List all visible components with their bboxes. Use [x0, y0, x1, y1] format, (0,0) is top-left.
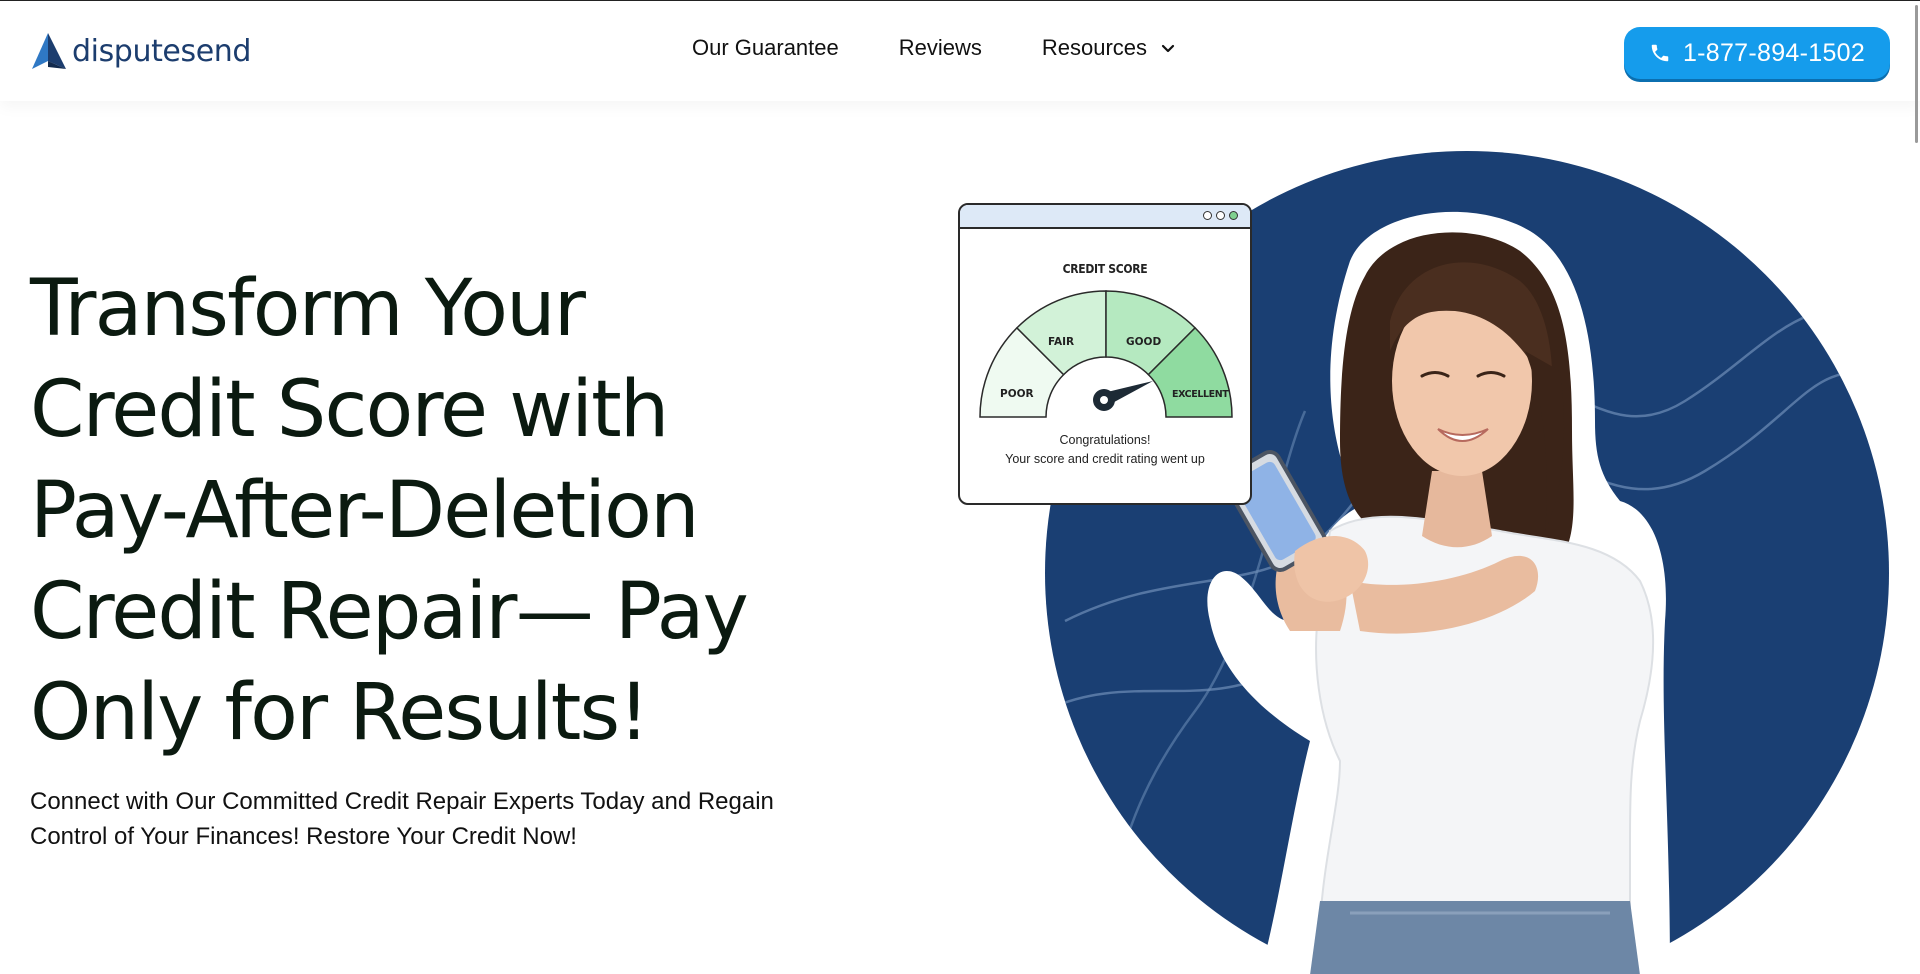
- hero-subtitle-line: Control of Your Finances! Restore Your C…: [30, 823, 577, 850]
- brand-name: disputesend: [72, 33, 252, 69]
- chevron-down-icon: [1161, 44, 1175, 52]
- gauge-label-fair: FAIR: [1048, 336, 1074, 348]
- credit-score-gauge: POOR FAIR GOOD EXCELLENT: [979, 290, 1233, 418]
- window-dot-icon: [1203, 211, 1212, 220]
- congrats-text: Congratulations!: [1059, 433, 1151, 447]
- hero-subtitle-line: Connect with Our Committed Credit Repair…: [30, 788, 774, 815]
- score-up-text: Your score and credit rating went up: [1005, 452, 1205, 466]
- hero-title-line: Pay-After-Deletion: [30, 466, 700, 556]
- hero-title-line: Credit Repair— Pay: [30, 567, 749, 657]
- hero-subtitle: Connect with Our Committed Credit Repair…: [30, 784, 860, 854]
- woman-with-phone-illustration: [1207, 212, 1670, 974]
- phone-number: 1-877-894-1502: [1682, 38, 1866, 67]
- nav-item-resources-label: Resources: [1041, 35, 1148, 60]
- credit-score-title: CREDIT SCORE: [1062, 262, 1148, 276]
- call-phone-button[interactable]: 1-877-894-1502: [1624, 27, 1890, 79]
- gauge-label-excellent: EXCELLENT: [1172, 389, 1229, 400]
- page: disputesend Our Guarantee Reviews Resour…: [0, 0, 1920, 974]
- page-scrollbar[interactable]: [1915, 5, 1918, 143]
- hero-title-line: Credit Score with: [30, 365, 669, 455]
- gauge-label-good: GOOD: [1126, 336, 1161, 348]
- window-controls: [1203, 211, 1238, 220]
- gauge-label-poor: POOR: [1000, 388, 1034, 400]
- hero-title: Transform Your Credit Score with Pay-Aft…: [30, 259, 810, 764]
- paper-plane-logo-icon: [32, 33, 66, 69]
- credit-score-card: CREDIT SCORE POOR FAIR GOOD EXCELLENT Co…: [958, 203, 1252, 505]
- main-nav: Our Guarantee Reviews Resources: [692, 35, 1175, 61]
- window-dot-icon: [1216, 211, 1225, 220]
- nav-item-reviews[interactable]: Reviews: [899, 35, 982, 61]
- nav-item-resources[interactable]: Resources: [1042, 35, 1175, 61]
- gauge-needle-icon: [1093, 381, 1153, 411]
- window-titlebar: [960, 205, 1250, 229]
- nav-item-our-guarantee[interactable]: Our Guarantee: [692, 35, 839, 61]
- brand-logo[interactable]: disputesend: [30, 31, 251, 71]
- site-header: disputesend Our Guarantee Reviews Resour…: [0, 1, 1920, 101]
- hero-title-line: Only for Results!: [30, 668, 650, 758]
- window-dot-icon: [1229, 211, 1238, 220]
- credit-score-message: Congratulations! Your score and credit r…: [960, 431, 1250, 469]
- phone-icon: [1651, 44, 1669, 62]
- hero-title-line: Transform Your: [30, 264, 586, 354]
